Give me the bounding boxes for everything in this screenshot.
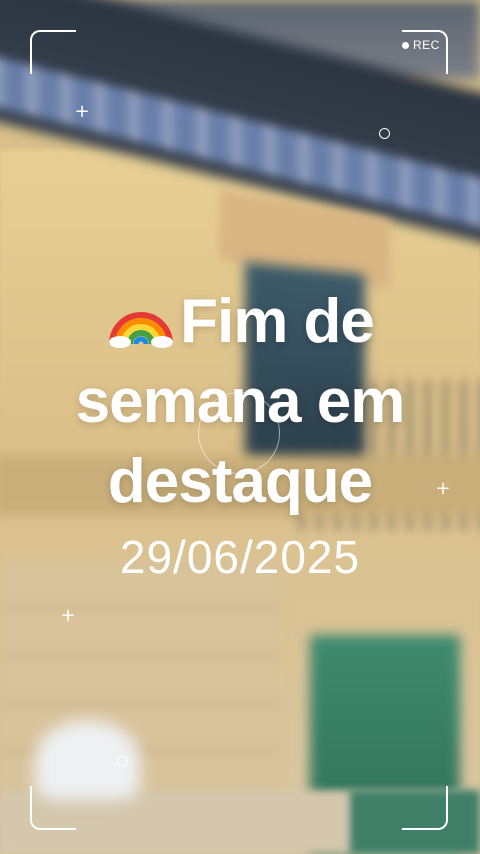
crosshair-plus-icon: + <box>60 605 76 626</box>
viewfinder-corner-bottom-left <box>30 786 76 830</box>
headline-line-1-text: Fim de <box>180 287 375 356</box>
headline: Fim de semana em destaque <box>0 282 480 522</box>
crosshair-plus-icon: + <box>74 101 90 122</box>
focus-dot-icon <box>117 756 128 767</box>
date-label: 29/06/2025 <box>119 531 361 583</box>
viewfinder-corner-top-right <box>402 30 448 74</box>
record-dot-icon <box>402 41 409 49</box>
headline-line-3: destaque <box>107 447 373 516</box>
headline-line-2: semana em <box>75 367 406 436</box>
headline-line-1: Fim de <box>0 282 480 362</box>
viewfinder-corner-top-left <box>30 30 76 74</box>
focus-dot-icon <box>379 128 390 139</box>
rec-indicator: REC <box>402 38 440 52</box>
viewfinder-corner-bottom-right <box>402 786 448 830</box>
rainbow-icon <box>109 312 174 348</box>
rec-label: REC <box>413 38 440 52</box>
